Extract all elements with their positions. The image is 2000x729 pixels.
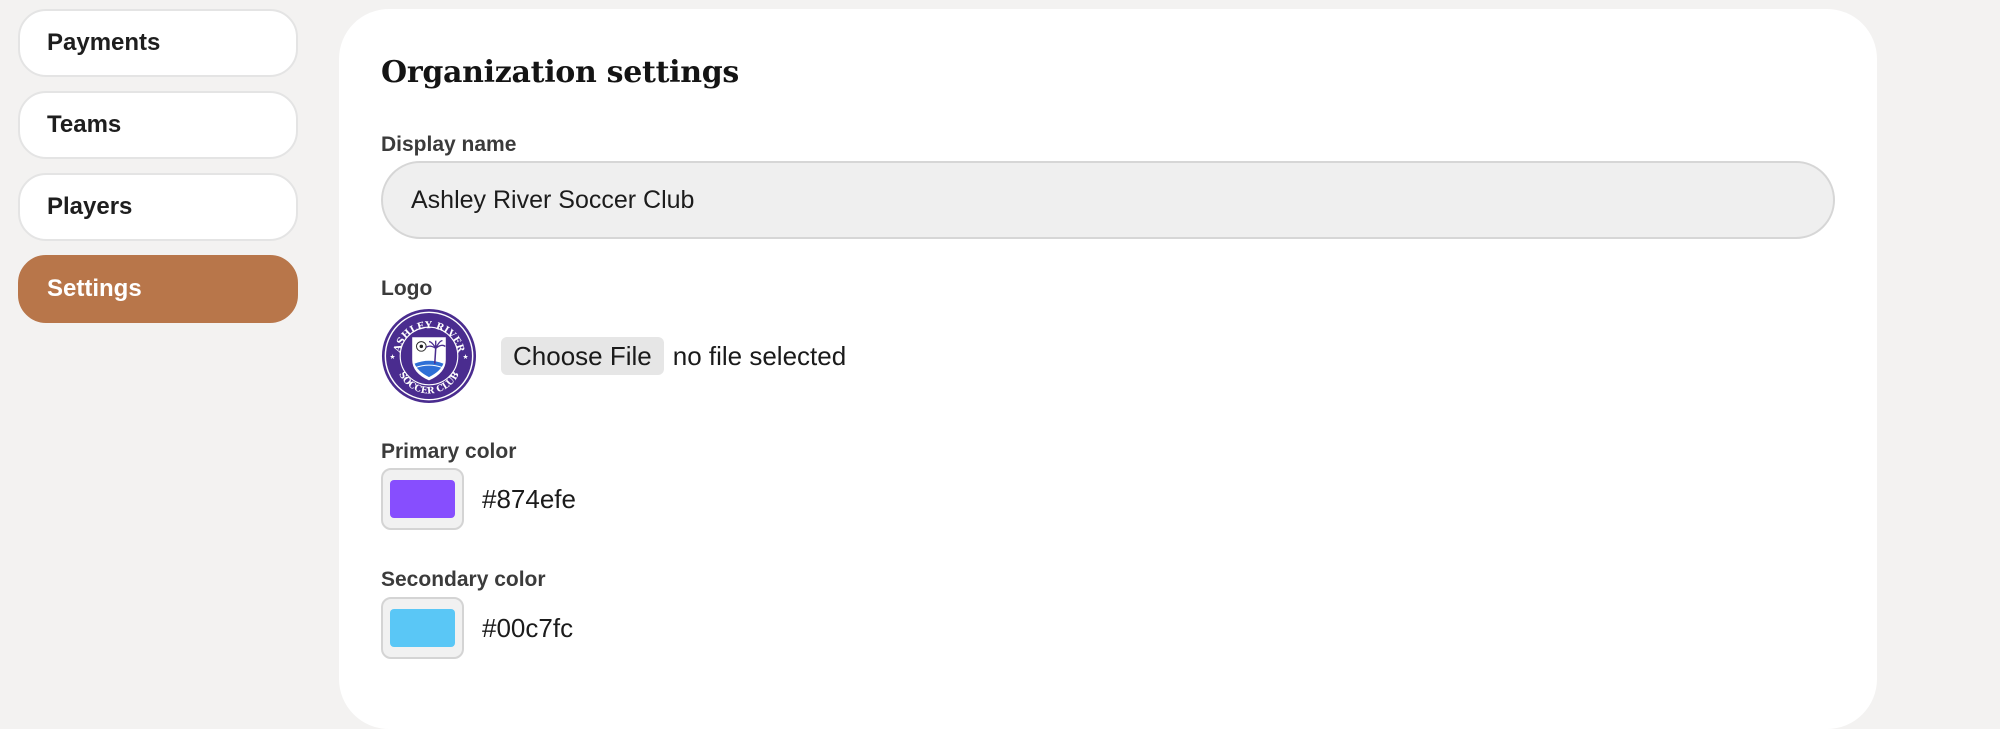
logo-label: Logo <box>381 277 433 300</box>
file-status-text: no file selected <box>672 340 847 371</box>
secondary-color-label: Secondary color <box>381 568 546 591</box>
secondary-color-row: #00c7fc <box>381 597 573 659</box>
secondary-color-value: #00c7fc <box>482 612 574 643</box>
svg-text:★: ★ <box>390 354 396 361</box>
settings-panel: Organization settings Display name Logo … <box>339 9 1877 729</box>
sidebar-nav: Payments Teams Players Settings <box>18 9 298 337</box>
primary-color-row: #874efe <box>381 468 576 530</box>
page-title: Organization settings <box>381 55 740 90</box>
club-logo: ASHLEY RIVER SOCCER CLUB ★ ★ <box>381 308 477 404</box>
display-name-input[interactable] <box>381 161 1835 239</box>
sidebar-item-payments[interactable]: Payments <box>18 9 298 77</box>
secondary-color-swatch <box>390 609 455 647</box>
secondary-color-picker[interactable] <box>381 597 464 659</box>
sidebar-item-label: Settings <box>47 275 142 302</box>
logo-file-picker: Choose File no file selected <box>501 336 846 376</box>
sidebar-item-label: Payments <box>47 29 161 56</box>
sidebar-item-label: Players <box>47 193 133 220</box>
sidebar-item-teams[interactable]: Teams <box>18 91 298 159</box>
primary-color-value: #874efe <box>482 483 576 514</box>
sidebar-item-label: Teams <box>47 111 122 138</box>
svg-text:★: ★ <box>462 354 468 361</box>
sidebar-item-settings[interactable]: Settings <box>18 255 298 323</box>
primary-color-swatch <box>390 480 455 518</box>
sidebar-item-players[interactable]: Players <box>18 173 298 241</box>
primary-color-picker[interactable] <box>381 468 464 530</box>
display-name-label: Display name <box>381 133 517 156</box>
choose-file-button[interactable]: Choose File <box>501 337 664 375</box>
primary-color-label: Primary color <box>381 440 517 463</box>
